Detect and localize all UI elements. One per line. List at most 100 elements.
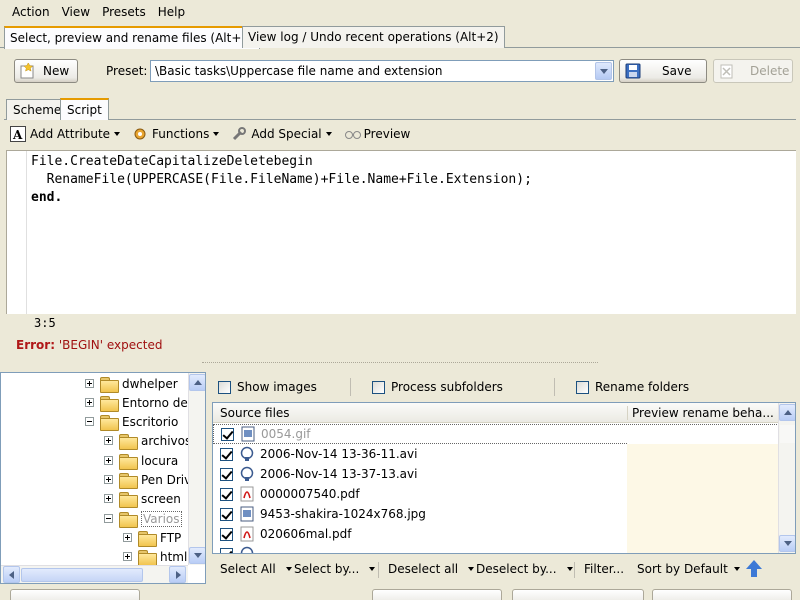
sort-button[interactable]: Sort by Default [637,562,740,576]
table-row[interactable]: 9453-shakira-1024x768.jpg [213,504,779,524]
scroll-thumb[interactable] [780,425,795,443]
main-tabs: Select, preview and rename files (Alt+1)… [0,26,800,49]
caret-down-icon [325,132,332,136]
select-by-button[interactable]: Select by... [294,562,376,576]
deselect-by-button[interactable]: Deselect by... [476,562,573,576]
scroll-down-icon[interactable] [189,547,205,564]
tab-view-log[interactable]: View log / Undo recent operations (Alt+2… [242,26,505,48]
tab-select-preview-rename[interactable]: Select, preview and rename files (Alt+1) [4,26,260,49]
col-preview-rename[interactable]: Preview rename beha... [627,406,774,420]
scroll-left-icon[interactable] [3,566,20,583]
expand-icon[interactable] [104,456,113,465]
tree-node-html[interactable]: html [123,547,187,566]
script-code[interactable]: File.CreateDateCapitalizeDeletebegin Ren… [31,153,532,207]
preset-combobox[interactable]: \Basic tasks\Uppercase file name and ext… [150,60,614,82]
collapse-icon[interactable] [104,514,113,523]
expand-icon[interactable] [85,398,94,407]
tree-node-screen[interactable]: screen [104,489,181,508]
tree-node-locura[interactable]: locura [104,451,178,470]
expand-icon[interactable] [85,379,94,388]
table-row[interactable]: 2006-Nov-14 13-37-13.avi [213,464,779,484]
preset-value: \Basic tasks\Uppercase file name and ext… [155,64,443,78]
expand-icon[interactable] [123,533,132,542]
table-row-partial[interactable] [213,544,779,553]
scroll-up-icon[interactable] [189,374,205,391]
filelist-vertical-scrollbar[interactable] [778,403,795,553]
menu-action[interactable]: Action [6,5,56,19]
caret-down-icon[interactable] [733,567,740,571]
image-file-icon [240,426,256,442]
expand-icon[interactable] [123,552,132,561]
caret-down-icon[interactable] [369,567,376,571]
new-document-icon [19,62,37,79]
new-button-label: New [43,64,70,78]
tree-node-ftp[interactable]: FTP [123,528,181,547]
table-row[interactable]: 0054.gif [213,424,780,445]
col-source-files[interactable]: Source files [220,406,290,420]
checkbox-checked-icon[interactable] [220,447,233,461]
checkbox-icon[interactable] [372,380,385,394]
add-attribute-menu[interactable]: A Add Attribute [10,126,121,142]
script-toolbar: A Add Attribute Functions Add Special Pr… [4,122,796,146]
tree-node-escritorio[interactable]: Escritorio [85,412,178,431]
show-images-checkbox[interactable]: Show images [218,380,317,394]
scroll-up-icon[interactable] [779,404,795,421]
file-list[interactable]: Source files Preview rename beha... 0054… [212,402,796,554]
checkbox-icon[interactable] [218,380,231,394]
tree-node-varios[interactable]: Varios [104,509,182,528]
caret-down-icon[interactable] [566,567,573,571]
wrench-icon [231,126,247,142]
move-up-arrow-icon[interactable] [746,560,762,578]
scroll-down-icon[interactable] [779,535,795,552]
tree-horizontal-scrollbar[interactable] [1,565,188,583]
new-button[interactable]: New [14,59,78,83]
delete-button[interactable]: Delete [713,59,793,83]
checkbox-icon[interactable] [576,380,589,394]
preview-button[interactable]: Preview [344,126,410,142]
save-button[interactable]: Save [619,59,707,83]
functions-menu[interactable]: Functions [132,126,220,142]
checkbox-checked-icon[interactable] [220,487,233,501]
table-row[interactable]: 0000007540.pdf [213,484,779,504]
tree-vertical-scrollbar[interactable] [188,373,205,565]
menu-help[interactable]: Help [152,5,191,19]
folder-tree[interactable]: dwhelper Entorno de Escritorio archivos … [0,372,206,584]
image-file-icon [239,506,255,522]
process-subfolders-checkbox[interactable]: Process subfolders [372,380,503,394]
tab-script[interactable]: Script [60,98,109,120]
expand-icon[interactable] [104,494,113,503]
video-file-icon [239,546,255,553]
preview-cell [627,504,779,524]
chevron-down-icon[interactable] [595,62,612,80]
checkbox-checked-icon[interactable] [220,527,233,541]
menu-view[interactable]: View [56,5,96,19]
code-line-2: RenameFile(UPPERCASE(File.FileName)+File… [31,172,532,187]
deselect-all-button[interactable]: Deselect all [388,562,475,576]
tree-node-archivos[interactable]: archivos [104,431,191,450]
tree-node-dwhelper[interactable]: dwhelper [85,374,178,393]
expand-icon[interactable] [104,436,113,445]
checkbox-checked-icon[interactable] [220,467,233,481]
table-row[interactable]: 020606mal.pdf [213,524,779,544]
functions-gear-icon [132,126,148,142]
checkbox-checked-icon[interactable] [220,507,233,521]
collapse-icon[interactable] [85,417,94,426]
checkbox-checked-icon[interactable] [220,547,233,553]
script-editor[interactable]: File.CreateDateCapitalizeDeletebegin Ren… [6,150,796,314]
splitter-handle[interactable] [202,362,598,368]
scroll-thumb[interactable] [21,568,143,582]
caret-down-icon[interactable] [468,567,475,571]
rename-folders-checkbox[interactable]: Rename folders [576,380,689,394]
expand-icon[interactable] [104,475,113,484]
tab-scheme[interactable]: Scheme [6,99,69,120]
select-all-button[interactable]: Select All [220,562,292,576]
caret-down-icon[interactable] [285,567,292,571]
checkbox-checked-icon[interactable] [221,427,234,441]
tree-node-entorno[interactable]: Entorno de [85,393,188,412]
scroll-right-icon[interactable] [169,566,186,583]
add-special-menu[interactable]: Add Special [231,126,332,142]
table-row[interactable]: 2006-Nov-14 13-36-11.avi [213,444,779,464]
filter-button[interactable]: Filter... [584,562,624,576]
menu-presets[interactable]: Presets [96,5,152,19]
tree-node-pendrive[interactable]: Pen Driv [104,470,191,489]
